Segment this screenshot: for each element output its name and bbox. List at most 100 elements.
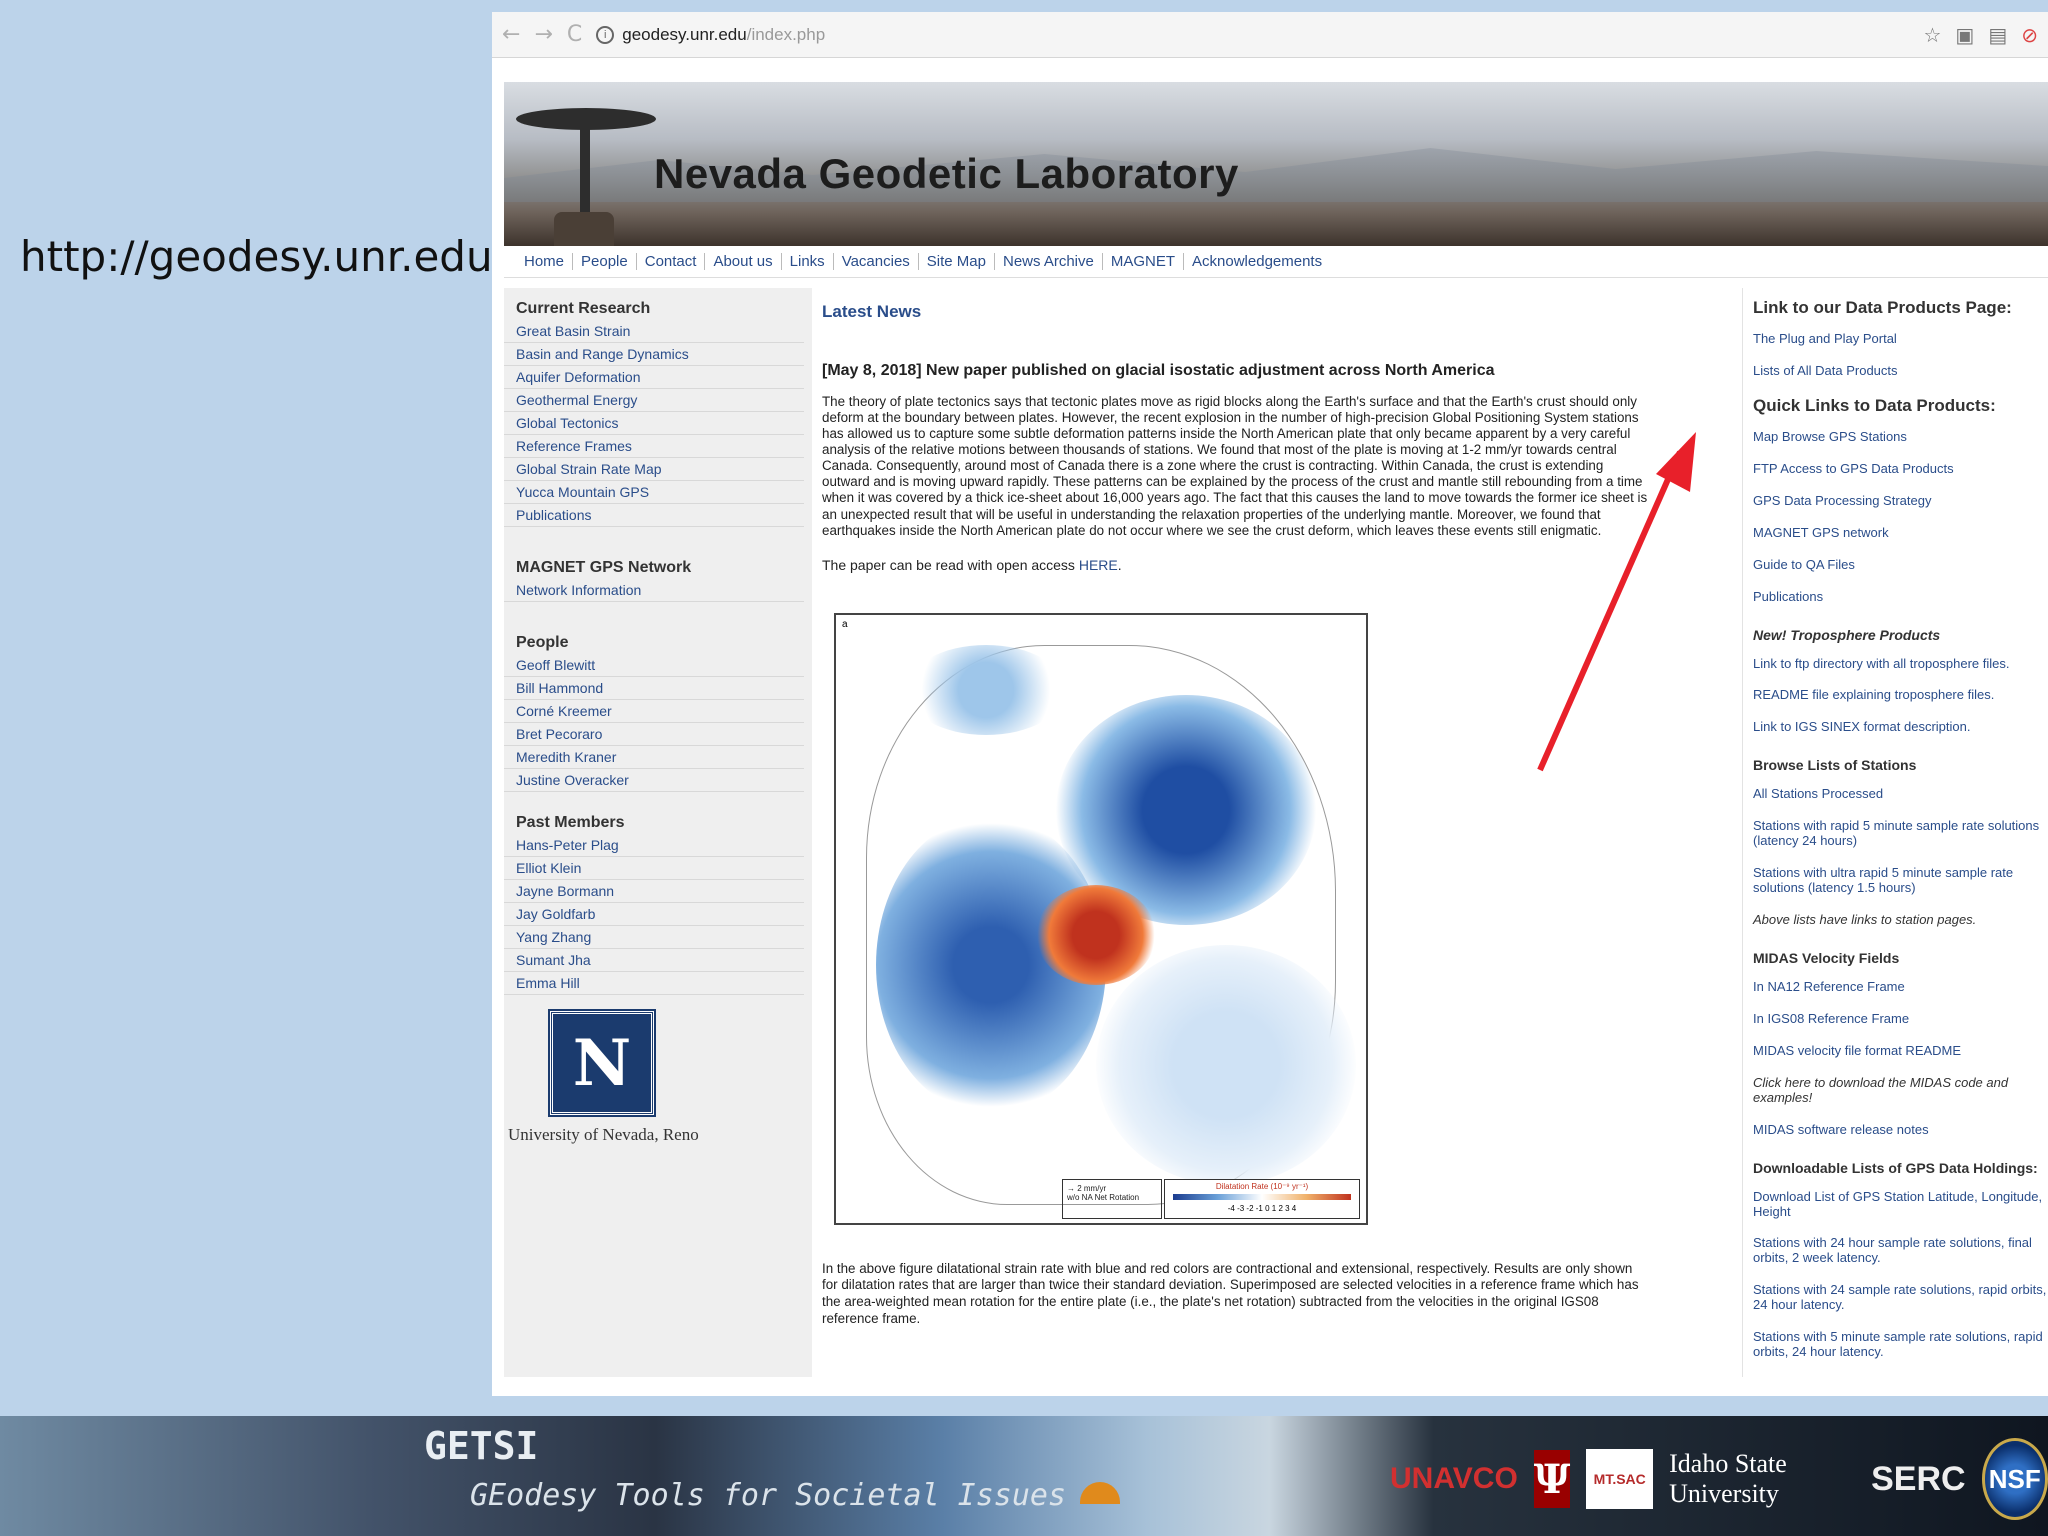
university-name: University of Nevada, Reno xyxy=(508,1125,699,1144)
research-link[interactable]: Reference Frames xyxy=(504,435,804,458)
research-link[interactable]: Geothermal Energy xyxy=(504,389,804,412)
arrow-shaft xyxy=(1537,450,1683,772)
research-link[interactable]: Aquifer Deformation xyxy=(504,366,804,389)
midas-link[interactable]: In IGS08 Reference Frame xyxy=(1753,1011,2048,1027)
nav-links[interactable]: Links xyxy=(780,253,833,270)
figure-caption: In the above figure dilatational strain … xyxy=(822,1260,1639,1326)
nav-contact[interactable]: Contact xyxy=(635,253,705,270)
legend-ticks: -4 -3 -2 -1 0 1 2 3 4 xyxy=(1227,1203,1297,1213)
browse-stations-link[interactable]: Stations with rapid 5 minute sample rate… xyxy=(1753,818,2048,849)
past-member-link[interactable]: Yang Zhang xyxy=(504,926,804,949)
nav-people[interactable]: People xyxy=(572,253,636,270)
person-link[interactable]: Justine Overacker xyxy=(504,769,804,792)
past-member-link[interactable]: Sumant Jha xyxy=(504,949,804,972)
getsi-logo: GETSI xyxy=(424,1424,539,1468)
quick-links-heading: Quick Links to Data Products: xyxy=(1753,395,1996,415)
research-link[interactable]: Global Strain Rate Map xyxy=(504,458,804,481)
extension-zone xyxy=(1036,884,1156,985)
browse-stations-note: Above lists have links to station pages. xyxy=(1753,912,1977,927)
download-link[interactable]: Download List of GPS Station Latitude, L… xyxy=(1753,1189,2048,1220)
map-panel-label: a xyxy=(842,618,848,630)
browser-toolbar: ← → C i geodesy.unr.edu/index.php ☆ ▣ ▤ … xyxy=(492,12,2048,58)
download-link[interactable]: Stations with 24 hour sample rate soluti… xyxy=(1753,1235,2048,1266)
data-products-link[interactable]: Lists of All Data Products xyxy=(1753,363,2048,379)
scale-arrow-label: → 2 mm/yr xyxy=(1067,1183,1107,1193)
magnet-heading: MAGNET GPS Network xyxy=(516,559,692,576)
people-heading: People xyxy=(516,634,569,651)
top-navigation: Home People Contact About us Links Vacan… xyxy=(504,246,2048,278)
news-headline: [May 8, 2018] New paper published on gla… xyxy=(822,362,1495,379)
strain-rate-map[interactable]: a → 2 mm/yr w/o NA Net Rotation Dilatati… xyxy=(834,612,1368,1225)
map-velocity-scale: → 2 mm/yr w/o NA Net Rotation xyxy=(1062,1178,1162,1219)
forward-icon[interactable]: → xyxy=(534,22,552,47)
antenna-pole xyxy=(580,122,590,212)
browse-stations-link[interactable]: Stations with ultra rapid 5 minute sampl… xyxy=(1753,865,2048,896)
info-icon[interactable]: i xyxy=(596,25,615,44)
news-paragraph: The theory of plate tectonics says that … xyxy=(822,394,1648,538)
back-icon[interactable]: ← xyxy=(502,22,520,47)
extension-icon[interactable]: ▣ xyxy=(1955,23,1974,47)
midas-download-link[interactable]: Click here to download the MIDAS code an… xyxy=(1753,1075,2048,1106)
nav-magnet[interactable]: MAGNET xyxy=(1101,253,1183,270)
map-color-legend: Dilatation Rate (10⁻⁹ yr⁻¹) -4 -3 -2 -1 … xyxy=(1164,1178,1360,1219)
past-member-link[interactable]: Elliot Klein xyxy=(504,857,804,880)
midas-link[interactable]: In NA12 Reference Frame xyxy=(1753,979,2048,995)
nav-acknowledgements[interactable]: Acknowledgements xyxy=(1183,253,1330,270)
person-link[interactable]: Bret Pecoraro xyxy=(504,723,804,746)
person-link[interactable]: Geoff Blewitt xyxy=(504,654,804,677)
research-link[interactable]: Publications xyxy=(504,504,804,527)
past-member-link[interactable]: Emma Hill xyxy=(504,972,804,995)
midas-link[interactable]: MIDAS velocity file format README xyxy=(1753,1043,2048,1059)
past-member-link[interactable]: Jayne Bormann xyxy=(504,880,804,903)
data-products-link[interactable]: The Plug and Play Portal xyxy=(1753,331,2048,347)
past-member-link[interactable]: Jay Goldfarb xyxy=(504,903,804,926)
paper-access-period: . xyxy=(1117,556,1122,573)
address-path: /index.php xyxy=(746,24,826,44)
contraction-zone-arctic xyxy=(906,644,1066,735)
scale-arrow-sub: w/o NA Net Rotation xyxy=(1067,1192,1140,1202)
unr-logo[interactable]: N xyxy=(548,1009,656,1117)
nav-site-map[interactable]: Site Map xyxy=(917,253,994,270)
magnet-link[interactable]: Network Information xyxy=(504,579,804,602)
legend-title: Dilatation Rate (10⁻⁹ yr⁻¹) xyxy=(1215,1181,1309,1191)
midas-release-notes-link[interactable]: MIDAS software release notes xyxy=(1753,1122,2048,1138)
indiana-university-logo: Ψ xyxy=(1533,1450,1571,1508)
data-products-heading: Link to our Data Products Page: xyxy=(1753,298,2012,317)
nav-news-archive[interactable]: News Archive xyxy=(993,253,1102,270)
paper-here-link[interactable]: HERE xyxy=(1079,557,1118,573)
reload-icon[interactable]: C xyxy=(567,22,582,47)
idaho-state-logo: Idaho State University xyxy=(1669,1449,1787,1508)
download-link[interactable]: Stations with 5 minute sample rate solut… xyxy=(1753,1329,2048,1360)
getsi-tagline: GEodesy Tools for Societal Issues xyxy=(470,1478,1067,1513)
nsf-logo: NSF xyxy=(1981,1438,2048,1520)
past-member-link[interactable]: Hans-Peter Plag xyxy=(504,834,804,857)
tent-image xyxy=(1080,1482,1120,1504)
download-link[interactable]: Stations with 24 sample rate solutions, … xyxy=(1753,1282,2048,1313)
site-banner: Nevada Geodetic Laboratory xyxy=(504,82,2048,246)
research-link[interactable]: Global Tectonics xyxy=(504,412,804,435)
midas-heading: MIDAS Velocity Fields xyxy=(1753,949,1900,966)
extension-icon[interactable]: ▤ xyxy=(1988,23,2007,47)
research-link[interactable]: Basin and Range Dynamics xyxy=(504,343,804,366)
address-host: geodesy.unr.edu xyxy=(622,24,747,44)
left-sidebar: Current Research Great Basin Strain Basi… xyxy=(504,288,812,1378)
nav-home[interactable]: Home xyxy=(516,253,572,270)
arrow-head xyxy=(1656,432,1696,492)
star-icon[interactable]: ☆ xyxy=(1923,23,1941,47)
partner-logos: UNAVCO Ψ MT.SAC Idaho State University S… xyxy=(1390,1438,2048,1520)
legend-color-bar xyxy=(1173,1193,1351,1200)
latest-news-heading: Latest News xyxy=(822,302,922,321)
nav-about-us[interactable]: About us xyxy=(704,253,780,270)
research-link[interactable]: Great Basin Strain xyxy=(504,320,804,343)
paper-access-text: The paper can be read with open access xyxy=(822,556,1079,573)
person-link[interactable]: Corné Kreemer xyxy=(504,700,804,723)
address-bar[interactable]: i geodesy.unr.edu/index.php xyxy=(596,25,1909,45)
person-link[interactable]: Bill Hammond xyxy=(504,677,804,700)
slide-url-text: http://geodesy.unr.edu/ xyxy=(20,232,507,281)
person-link[interactable]: Meredith Kraner xyxy=(504,746,804,769)
stop-icon[interactable]: ⊘ xyxy=(2021,23,2038,47)
research-link[interactable]: Yucca Mountain GPS xyxy=(504,481,804,504)
unavco-logo: UNAVCO xyxy=(1390,1462,1518,1495)
footer-banner: GETSI GEodesy Tools for Societal Issues … xyxy=(0,1416,2048,1536)
nav-vacancies[interactable]: Vacancies xyxy=(832,253,918,270)
